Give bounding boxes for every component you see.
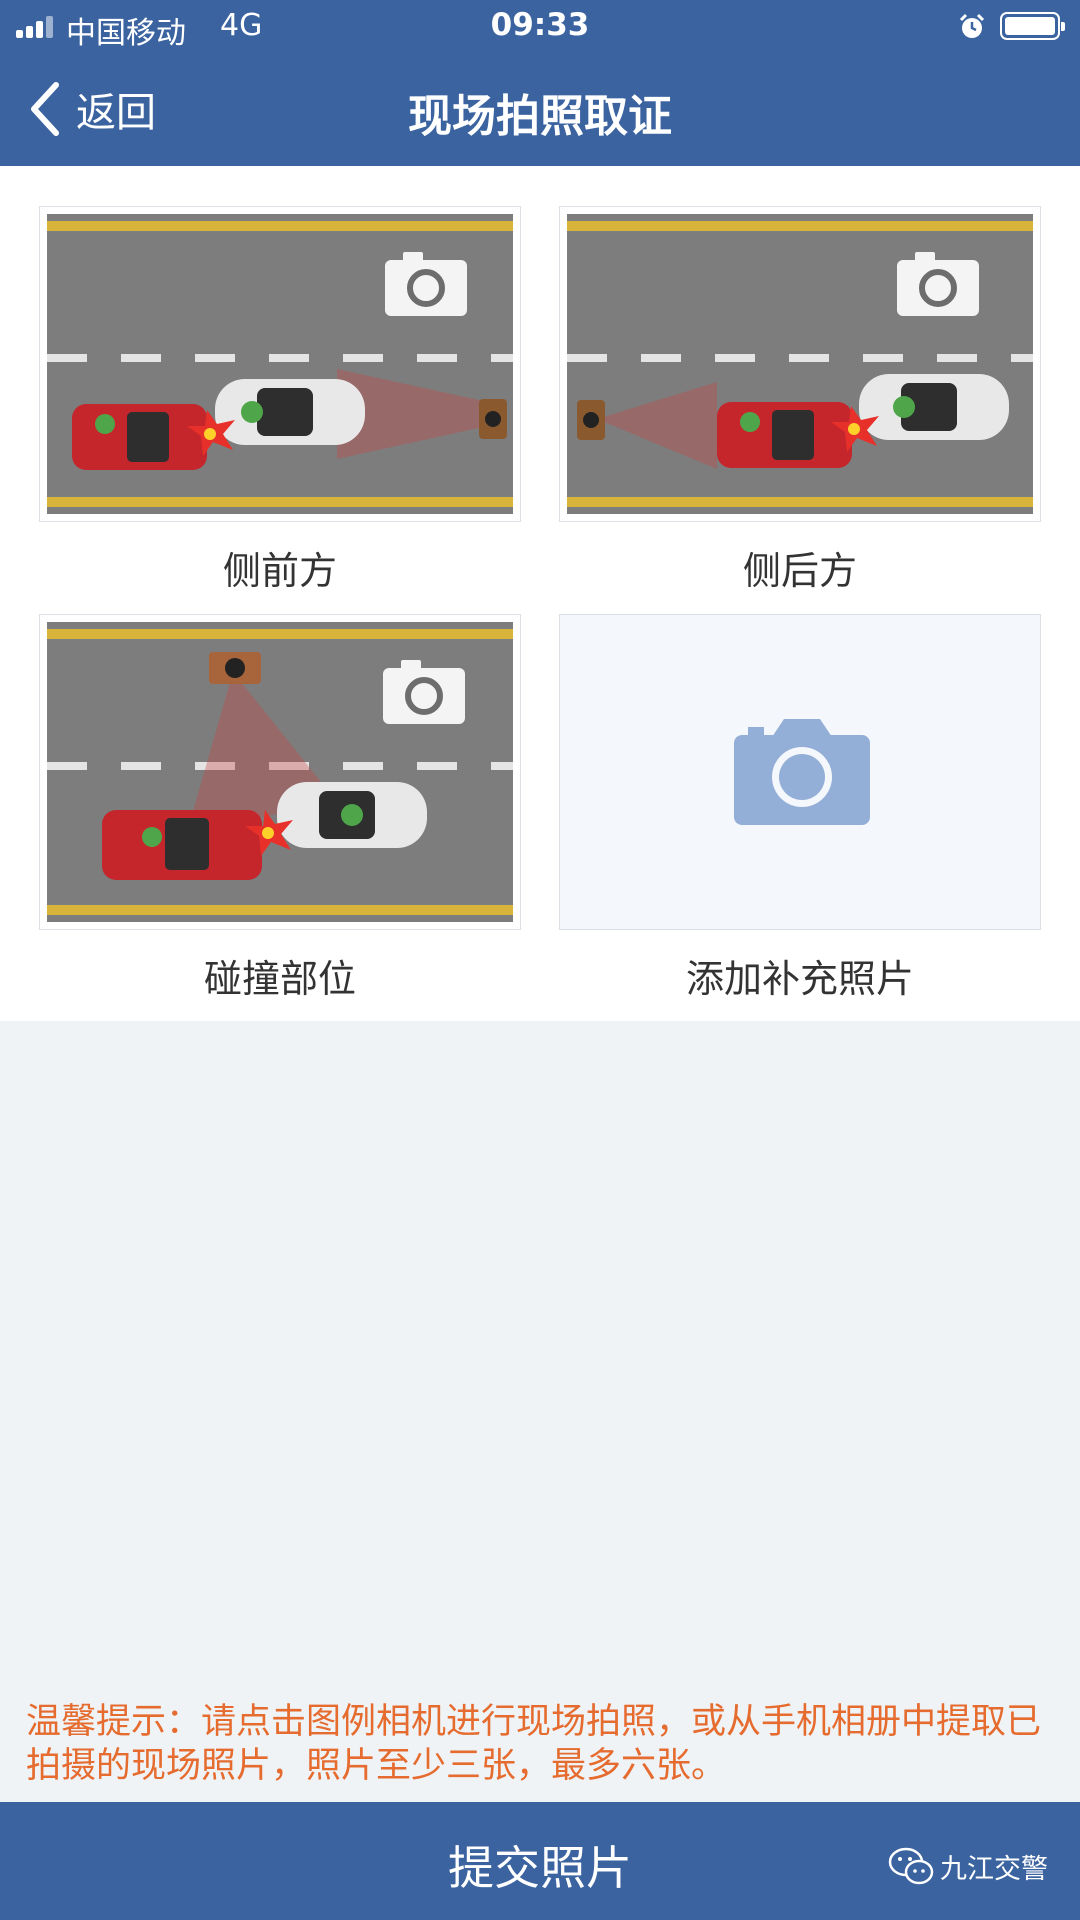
caption-front-side: 侧前方 (222, 549, 337, 593)
status-bar: 中国移动 4G 09:33 (0, 0, 1080, 54)
photo-slot-collision-area[interactable] (39, 614, 521, 930)
photo-slot-front-side[interactable] (39, 206, 521, 522)
alarm-icon (959, 13, 985, 38)
photo-grid: 侧前方 侧后方 碰撞部位 添加补充照片 (0, 166, 1080, 1021)
caption-collision-area: 碰撞部位 (203, 957, 356, 1001)
front-side-diagram (47, 214, 513, 514)
caption-rear-side: 侧后方 (742, 549, 857, 593)
add-supplementary-photo-button[interactable] (559, 614, 1041, 930)
hint-text: 温馨提示：请点击图例相机进行现场拍照，或从手机相册中提取已拍摄的现场照片，照片至… (26, 1702, 1042, 1786)
camera-icon[interactable] (383, 660, 465, 724)
camera-icon (734, 719, 870, 825)
page-title: 现场拍照取证 (408, 91, 672, 142)
clock: 09:33 (490, 7, 590, 43)
camera-icon[interactable] (897, 252, 979, 316)
watermark: 九江交警 (888, 1846, 1048, 1886)
collision-area-diagram (47, 622, 513, 922)
watermark-text: 九江交警 (940, 1853, 1048, 1885)
wechat-icon (888, 1847, 934, 1885)
app-header: 中国移动 4G 09:33 返回 现场拍照取证 (0, 0, 1080, 166)
photo-slot-rear-side[interactable] (559, 206, 1041, 522)
caption-add-photo: 添加补充照片 (685, 957, 914, 1001)
battery-icon (1000, 12, 1065, 40)
camera-icon[interactable] (385, 252, 467, 316)
submit-button[interactable]: 提交照片 九江交警 (0, 1802, 1080, 1920)
rear-side-diagram (567, 214, 1033, 514)
